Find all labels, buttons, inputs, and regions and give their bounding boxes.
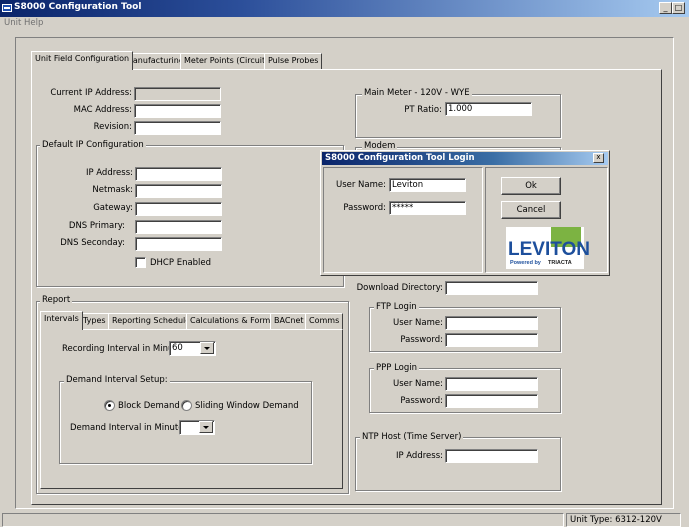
- menu-bar: Unit Help: [0, 17, 689, 31]
- netmask-field[interactable]: [135, 184, 222, 198]
- ftp-user-field[interactable]: [445, 316, 538, 330]
- netmask-label: Netmask:: [92, 185, 133, 195]
- login-password-field[interactable]: *****: [389, 201, 466, 215]
- report-group-label: Report: [40, 295, 73, 305]
- dhcp-enabled-checkbox[interactable]: [135, 257, 146, 268]
- ntp-host-group: [355, 437, 561, 491]
- gateway-label: Gateway:: [93, 203, 133, 213]
- mac-address-label: MAC Address:: [73, 105, 132, 115]
- download-directory-field[interactable]: [445, 281, 538, 295]
- login-dialog-title-bar[interactable]: S8000 Configuration Tool Login: [322, 152, 608, 165]
- ntp-ip-field[interactable]: [445, 449, 538, 463]
- ip-address-label: IP Address:: [85, 168, 133, 178]
- block-demand-label: Block Demand: [118, 401, 180, 411]
- demand-interval-group-label: Demand Interval Setup:: [64, 375, 170, 385]
- ftp-user-label: User Name:: [392, 318, 443, 328]
- login-dialog: S8000 Configuration Tool Login x User Na…: [320, 150, 610, 276]
- menu-help[interactable]: Help: [24, 18, 43, 28]
- gateway-field[interactable]: [135, 202, 222, 216]
- window-title-bar[interactable]: S8000 Configuration Tool _ □: [0, 0, 689, 17]
- download-directory-label: Download Directory:: [356, 283, 443, 293]
- ppp-password-label: Password:: [400, 396, 443, 406]
- login-dialog-title: S8000 Configuration Tool Login: [325, 153, 475, 163]
- chevron-down-icon[interactable]: [199, 421, 213, 433]
- dhcp-enabled-label: DHCP Enabled: [150, 258, 212, 268]
- ftp-login-group-label: FTP Login: [374, 302, 419, 312]
- ppp-user-label: User Name:: [392, 379, 443, 389]
- tab-comms[interactable]: Comms: [305, 313, 344, 329]
- unit-type-status: Unit Type: 6312-120V: [566, 513, 681, 527]
- window-title: S8000 Configuration Tool: [14, 2, 142, 12]
- current-ip-label: Current IP Address:: [50, 88, 132, 98]
- ok-button[interactable]: Ok: [501, 177, 561, 195]
- tab-types[interactable]: Types: [79, 313, 110, 329]
- logo-powered-by: Powered by: [510, 260, 541, 266]
- leviton-logo: LEVITON Powered by TRIACTA: [506, 227, 590, 269]
- dns-secondary-field[interactable]: [135, 237, 222, 251]
- logo-partner: TRIACTA: [548, 260, 572, 266]
- default-ip-group-label: Default IP Configuration: [40, 140, 146, 150]
- cancel-button[interactable]: Cancel: [501, 201, 561, 219]
- ppp-user-field[interactable]: [445, 377, 538, 391]
- minimize-button[interactable]: _: [659, 2, 672, 14]
- revision-label: Revision:: [93, 122, 132, 132]
- dns-secondary-label: DNS Seconday:: [60, 238, 125, 248]
- login-user-label: User Name:: [335, 180, 386, 190]
- tab-unit-field-configuration[interactable]: Unit Field Configuration: [31, 51, 134, 70]
- demand-minutes-label: Demand Interval in Minutes:: [70, 423, 191, 433]
- pt-ratio-label: PT Ratio:: [404, 105, 442, 115]
- login-password-label: Password:: [343, 203, 386, 213]
- dns-primary-field[interactable]: [135, 220, 222, 234]
- menu-unit[interactable]: Unit: [4, 18, 21, 28]
- status-pane-main: [2, 513, 564, 527]
- demand-minutes-select[interactable]: [179, 420, 215, 435]
- sliding-window-label: Sliding Window Demand: [195, 401, 299, 411]
- block-demand-radio[interactable]: [104, 400, 115, 411]
- ppp-password-field[interactable]: [445, 394, 538, 408]
- mac-address-field[interactable]: [134, 104, 221, 118]
- tab-pulse-probes[interactable]: Pulse Probes: [264, 53, 323, 69]
- ip-address-field[interactable]: [135, 167, 222, 181]
- current-ip-field: [134, 87, 221, 101]
- main-meter-group: [355, 94, 561, 138]
- tab-intervals[interactable]: Intervals: [40, 311, 83, 330]
- ntp-ip-label: IP Address:: [395, 451, 443, 461]
- sliding-window-radio[interactable]: [181, 400, 192, 411]
- tab-bacnet[interactable]: BACnet: [270, 313, 308, 329]
- recording-interval-select[interactable]: 60: [169, 341, 216, 356]
- ppp-login-group-label: PPP Login: [374, 363, 420, 373]
- app-icon: [2, 4, 12, 12]
- login-user-field[interactable]: Leviton: [389, 178, 466, 192]
- dns-primary-label: DNS Primary:: [68, 221, 125, 231]
- revision-field[interactable]: [134, 121, 221, 135]
- recording-interval-value: 60: [172, 343, 183, 353]
- tab-meter-points[interactable]: Meter Points (Circuits): [180, 53, 277, 69]
- ftp-password-label: Password:: [400, 335, 443, 345]
- pt-ratio-field[interactable]: 1.000: [445, 102, 532, 116]
- ntp-host-group-label: NTP Host (Time Server): [360, 432, 464, 442]
- ftp-password-field[interactable]: [445, 333, 538, 347]
- tab-reporting-schedule[interactable]: Reporting Schedule: [108, 313, 195, 329]
- main-meter-group-label: Main Meter - 120V - WYE: [362, 88, 472, 98]
- tab-calculations-format[interactable]: Calculations & Format: [186, 313, 283, 329]
- logo-text: LEVITON: [508, 239, 590, 260]
- status-bar: Unit Type: 6312-120V: [0, 513, 689, 527]
- chevron-down-icon[interactable]: [200, 342, 214, 354]
- maximize-button[interactable]: □: [672, 2, 685, 14]
- close-icon[interactable]: x: [593, 153, 604, 163]
